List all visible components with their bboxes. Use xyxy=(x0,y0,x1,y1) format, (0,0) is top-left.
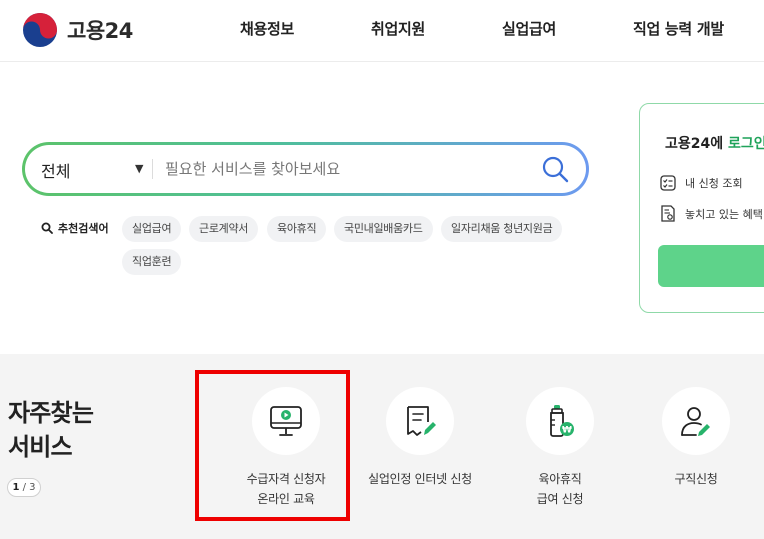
checklist-icon xyxy=(660,175,676,191)
frequent-title-line2: 서비스 xyxy=(8,433,73,461)
recommended-label-text: 추천검색어 xyxy=(58,222,109,235)
nav-item-jobs[interactable]: 채용정보 xyxy=(240,18,294,39)
person-pen-icon xyxy=(681,407,710,436)
highlight-box xyxy=(195,370,350,521)
taegeuk-logo-icon xyxy=(23,13,57,47)
service-label-line1: 구직신청 xyxy=(674,472,718,486)
frequent-services-title: 자주찾는 서비스 xyxy=(8,396,94,464)
frequent-services-section: 자주찾는 서비스 1 / 3 수급자격 신청자 온라인 교육 실업인정 인터넷 … xyxy=(0,354,764,539)
service-label: 구직신청 xyxy=(621,469,764,489)
nav-item-vocational-training[interactable]: 직업 능력 개발 xyxy=(633,18,724,39)
svg-text:₩: ₩ xyxy=(562,426,572,436)
login-title-prefix: 고용24에 xyxy=(665,136,728,152)
login-title: 고용24에 로그인 xyxy=(665,133,764,153)
service-label-line2: 급여 신청 xyxy=(536,492,584,506)
carousel-pager: 1 / 3 xyxy=(7,478,41,497)
service-label: 실업인정 인터넷 신청 xyxy=(345,469,495,489)
service-label-line1: 육아휴직 xyxy=(538,472,582,486)
search-category-select[interactable]: 전체 xyxy=(41,158,70,182)
recommended-keywords-label: 추천검색어 xyxy=(41,220,109,236)
nav-item-employment-support[interactable]: 취업지원 xyxy=(371,18,425,39)
search-divider xyxy=(152,159,153,179)
document-search-icon xyxy=(661,205,675,222)
keyword-chip[interactable]: 근로계약서 xyxy=(189,216,259,242)
caret-down-icon[interactable]: ▼ xyxy=(135,162,143,175)
pager-separator: / xyxy=(19,482,30,493)
search-icon[interactable] xyxy=(540,154,570,184)
service-job-application[interactable]: 구직신청 xyxy=(621,387,764,489)
frequent-title-line1: 자주찾는 xyxy=(8,399,94,427)
service-unemployment-certification[interactable]: 실업인정 인터넷 신청 xyxy=(345,387,495,489)
service-icon-wrap xyxy=(662,387,730,455)
site-header: 고용24 채용정보 취업지원 실업급여 직업 능력 개발 xyxy=(0,0,764,62)
service-parental-leave-benefit[interactable]: ₩ 육아휴직 급여 신청 xyxy=(485,387,635,509)
logo[interactable]: 고용24 xyxy=(22,12,133,48)
my-application-link[interactable]: 내 신청 조회 xyxy=(660,175,743,191)
nav-item-unemployment-benefit[interactable]: 실업급여 xyxy=(502,18,556,39)
document-pen-icon xyxy=(407,406,436,436)
search-box: 전체 ▼ xyxy=(22,142,589,196)
logo-text: 고용24 xyxy=(67,19,133,43)
missed-benefits-link[interactable]: 놓치고 있는 혜택 xyxy=(660,205,763,222)
login-button[interactable] xyxy=(658,245,764,287)
service-label: 육아휴직 급여 신청 xyxy=(485,469,635,509)
service-icon-wrap: ₩ xyxy=(526,387,594,455)
pager-total: 3 xyxy=(29,482,36,493)
keyword-chip[interactable]: 직업훈련 xyxy=(122,249,182,275)
login-card: 고용24에 로그인 내 신청 조회 놓치고 있는 혜택 xyxy=(639,103,764,313)
keyword-chip[interactable]: 국민내일배움카드 xyxy=(334,216,433,242)
search-inner: 전체 ▼ xyxy=(25,145,586,193)
search-input[interactable] xyxy=(165,155,525,183)
service-label-line1: 실업인정 인터넷 신청 xyxy=(368,472,472,486)
search-small-icon xyxy=(41,222,53,234)
service-icon-wrap xyxy=(386,387,454,455)
keyword-chip[interactable]: 실업급여 xyxy=(122,216,182,242)
missed-benefits-label: 놓치고 있는 혜택 xyxy=(685,207,763,221)
keyword-chip[interactable]: 육아휴직 xyxy=(267,216,327,242)
my-application-label: 내 신청 조회 xyxy=(685,177,743,190)
login-title-link[interactable]: 로그인 xyxy=(728,136,764,152)
baby-bottle-won-icon: ₩ xyxy=(550,405,574,437)
keyword-chip[interactable]: 일자리채움 청년지원금 xyxy=(441,216,563,242)
